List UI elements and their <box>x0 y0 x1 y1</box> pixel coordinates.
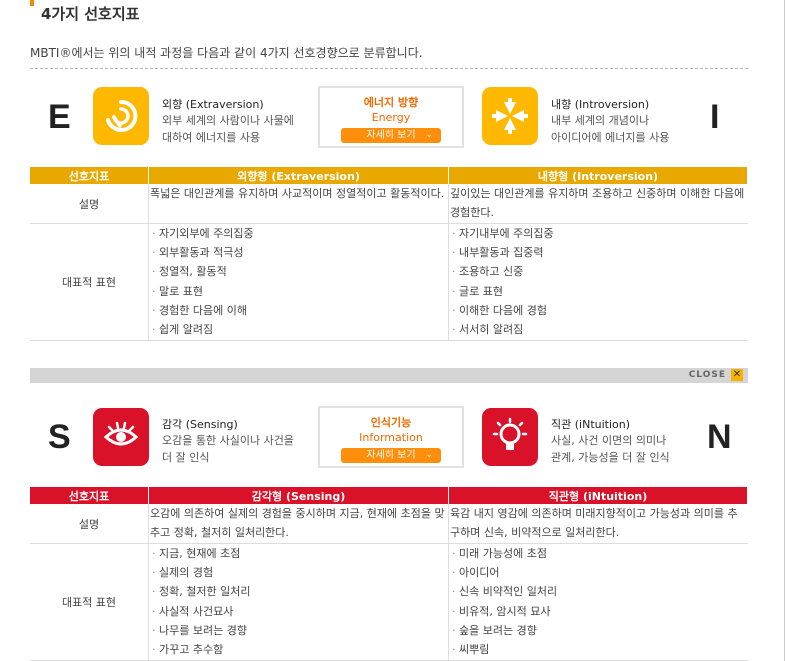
list-item: 자기내부에 주의집중 <box>452 224 748 243</box>
list-item: 아이디어 <box>452 563 748 582</box>
information-subtitle: Information <box>359 431 423 444</box>
list-item: 실제의 경험 <box>152 563 448 582</box>
ei-right-list: 자기내부에 주의집중내부활동과 집중력조용하고 신중글로 표현이해한 다음에 경… <box>449 224 748 339</box>
letter-n: N <box>707 418 732 456</box>
energy-more-button[interactable]: 자세히 보기 ⌄ <box>341 128 441 143</box>
chevron-down-icon: ⌄ <box>425 450 433 460</box>
ei-row-description: 설명 폭넓은 대인관계를 유지하며 사교적이며 정열적이고 활동적이다. 깊이있… <box>30 184 748 224</box>
list-item: 서서히 알려짐 <box>452 320 748 339</box>
list-item: 미래 가능성에 초점 <box>452 544 748 563</box>
list-item: 숲을 보려는 경향 <box>452 621 748 640</box>
extraversion-title: 외향 (Extraversion) <box>162 98 264 111</box>
list-item: 이해한 다음에 경험 <box>452 301 748 320</box>
intuition-desc: 사실, 사건 이면의 의미나 관계, 가능성을 더 잘 인식 <box>551 434 670 464</box>
sn-right-list: 미래 가능성에 초점아이디어신속 비약적인 일처리비유적, 암시적 묘사숲을 보… <box>449 544 748 659</box>
list-item: 씨뿌림 <box>452 640 748 659</box>
close-icon[interactable]: ✕ <box>731 369 743 381</box>
list-item: 경험한 다음에 이해 <box>152 301 448 320</box>
extraversion-icon <box>93 87 149 145</box>
list-item: 정열적, 활동적 <box>152 262 448 281</box>
sn-left-list: 지금, 현재에 초점실제의 경험정확, 철저한 일처리사실적 사건묘사나무를 보… <box>149 544 448 659</box>
list-item: 말로 표현 <box>152 282 448 301</box>
introversion-desc: 내부 세계의 개념이나 아이디어에 에너지를 사용 <box>551 114 670 144</box>
sensing-title: 감각 (Sensing) <box>162 418 238 431</box>
close-bar: CLOSE ✕ <box>30 368 748 383</box>
sensing-icon <box>93 408 149 466</box>
page-title: 4가지 선호지표 <box>41 5 140 23</box>
list-item: 내부활동과 집중력 <box>452 243 748 262</box>
close-button[interactable]: CLOSE <box>689 370 726 380</box>
list-item: 신속 비약적인 일처리 <box>452 582 748 601</box>
list-item: 비유적, 암시적 묘사 <box>452 602 748 621</box>
list-item: 조용하고 신중 <box>452 262 748 281</box>
letter-s: S <box>48 418 71 456</box>
introversion-title: 내향 (Introversion) <box>551 98 650 111</box>
introversion-icon <box>482 87 538 145</box>
information-title: 인식기능 <box>370 416 412 429</box>
intuition-lightbulb-icon <box>482 408 538 466</box>
sn-table-header: 선호지표 감각형 (Sensing) 직관형 (iNtuition) <box>30 487 748 504</box>
letter-i: I <box>710 98 720 136</box>
ei-table: 선호지표 외향형 (Extraversion) 내향형 (Introversio… <box>30 167 748 341</box>
information-box: 인식기능 Information 자세히 보기 ⌄ <box>318 406 464 468</box>
list-item: 정확, 철저한 일처리 <box>152 582 448 601</box>
list-item: 글로 표현 <box>452 282 748 301</box>
divider <box>30 68 748 69</box>
energy-subtitle: Energy <box>371 111 411 124</box>
title-accent <box>30 0 34 6</box>
extraversion-desc: 외부 세계의 사람이나 사물에 대하여 에너지를 사용 <box>162 114 294 144</box>
list-item: 나무를 보려는 경향 <box>152 621 448 640</box>
intuition-title: 직관 (iNtuition) <box>551 418 631 431</box>
sn-row-expressions: 대표적 표현 지금, 현재에 초점실제의 경험정확, 철저한 일처리사실적 사건… <box>30 543 748 661</box>
letter-e: E <box>48 98 71 136</box>
ei-row-expressions: 대표적 표현 자기외부에 주의집중외부활동과 적극성정열적, 활동적말로 표현경… <box>30 223 748 341</box>
list-item: 사실적 사건묘사 <box>152 602 448 621</box>
list-item: 자기외부에 주의집중 <box>152 224 448 243</box>
energy-title: 에너지 방향 <box>363 96 419 109</box>
sn-row-description: 설명 오감에 의존하여 실제의 경험을 중시하며 지금, 현재에 초점을 맞추고… <box>30 504 748 544</box>
sn-table: 선호지표 감각형 (Sensing) 직관형 (iNtuition) 설명 오감… <box>30 487 748 661</box>
list-item: 가꾸고 추수함 <box>152 640 448 659</box>
sensing-desc: 오감을 통한 사실이나 사건을 더 잘 인식 <box>162 434 294 464</box>
chevron-down-icon: ⌄ <box>425 130 433 140</box>
information-more-button[interactable]: 자세히 보기 ⌄ <box>341 448 441 463</box>
list-item: 쉽게 알려짐 <box>152 320 448 339</box>
list-item: 지금, 현재에 초점 <box>152 544 448 563</box>
ei-table-header: 선호지표 외향형 (Extraversion) 내향형 (Introversio… <box>30 167 748 184</box>
list-item: 외부활동과 적극성 <box>152 243 448 262</box>
intro-text: MBTI®에서는 위의 내적 과정을 다음과 같이 4가지 선호경향으로 분류합… <box>30 46 423 60</box>
ei-left-list: 자기외부에 주의집중외부활동과 적극성정열적, 활동적말로 표현경험한 다음에 … <box>149 224 448 339</box>
energy-box: 에너지 방향 Energy 자세히 보기 ⌄ <box>318 86 464 148</box>
